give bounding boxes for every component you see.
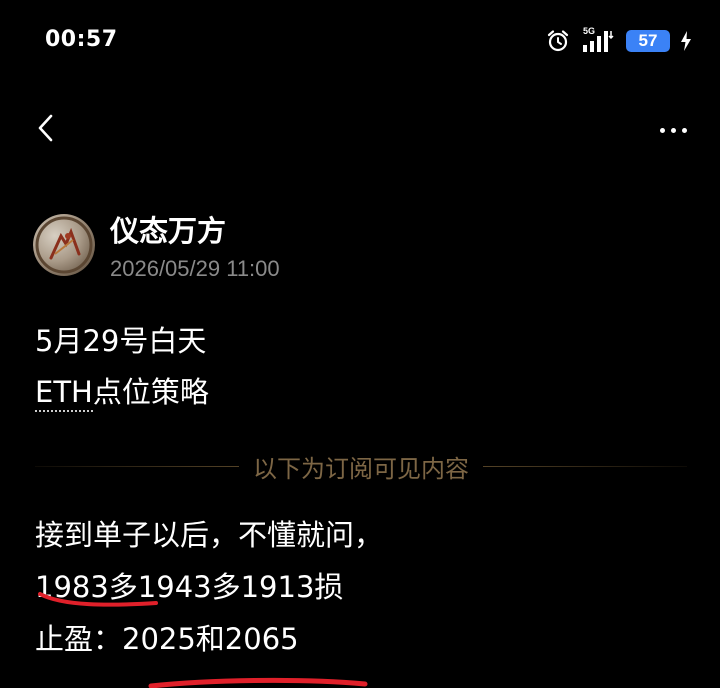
avatar[interactable] [33, 214, 95, 276]
eth-link[interactable]: ETH [35, 375, 93, 412]
divider-line [483, 465, 687, 467]
subscription-divider-label: 以下为订阅可见内容 [253, 454, 469, 483]
status-icons: 5G 57 [546, 26, 692, 54]
more-dots-icon [659, 127, 687, 133]
chevron-left-icon [36, 113, 56, 147]
post-timestamp: 2026/05/29 11:00 [110, 256, 280, 281]
charging-icon [680, 31, 692, 51]
signal-icon: 5G [580, 26, 616, 54]
post-text-fragment: 点位策略 [92, 375, 209, 409]
network-type-label: 5G [583, 26, 596, 36]
divider-line [35, 465, 239, 467]
subscription-divider: 以下为订阅可见内容 [35, 448, 687, 484]
author-name[interactable]: 仪态万方 [110, 208, 226, 250]
status-time: 00:57 [45, 27, 118, 52]
post-text-line: 接到单子以后，不懂就问， [35, 518, 384, 552]
status-bar: 00:57 5G 57 [0, 0, 720, 84]
alarm-icon [546, 29, 570, 53]
post-text-line: 1983多1943多1913损 [35, 570, 344, 604]
post-text-line: ETH点位策略 [35, 369, 209, 412]
red-underline-mark [148, 677, 368, 688]
post-text-line: 止盈：2025和2065 [35, 622, 299, 656]
battery-level: 57 [626, 30, 670, 52]
back-button[interactable] [24, 108, 68, 152]
more-options-button[interactable] [648, 108, 698, 152]
post-text-line: 5月29号白天 [35, 324, 207, 358]
